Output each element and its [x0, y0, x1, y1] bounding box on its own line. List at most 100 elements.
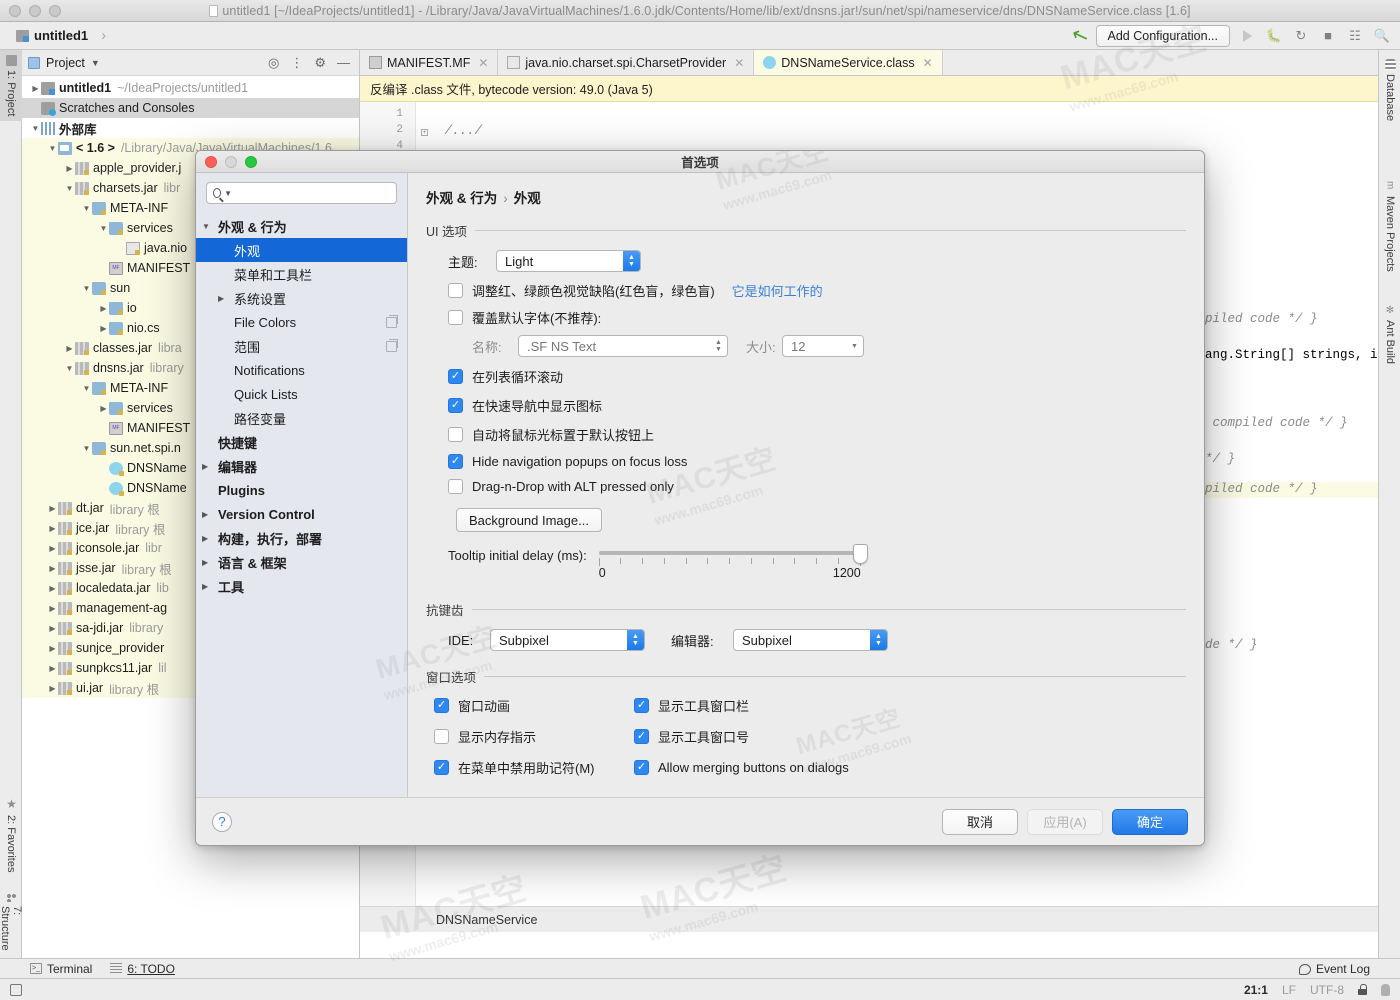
chevron-right-icon[interactable] — [98, 404, 109, 413]
project-tree-row[interactable]: Scratches and Consoles — [22, 98, 359, 118]
settings-tree-item[interactable]: ▶ 语言 & 框架 — [196, 550, 407, 574]
run-icon[interactable] — [1237, 26, 1257, 46]
antialiasing-ide-select[interactable]: Subpixel ▲ ▼ — [490, 629, 645, 651]
chevron-right-icon[interactable] — [47, 624, 58, 633]
bottom-item-todo[interactable]: 6: TODO — [110, 962, 175, 976]
event-log-button[interactable]: Event Log — [1298, 962, 1370, 976]
settings-tree-item[interactable]: 外观 — [196, 238, 407, 262]
sidebar-item-favorites[interactable]: ★ 2: Favorites — [0, 792, 22, 877]
editor-breadcrumb-text[interactable]: DNSNameService — [436, 913, 537, 927]
settings-tree-item[interactable]: Plugins — [196, 478, 407, 502]
sidebar-item-structure[interactable]: 7: Structure — [0, 888, 23, 958]
project-structure-icon[interactable]: ☷ — [1345, 26, 1365, 46]
ui-option-1-checkbox[interactable] — [448, 398, 463, 413]
chevron-right-icon[interactable]: ▶ — [202, 558, 216, 567]
close-icon[interactable]: ✕ — [478, 56, 488, 70]
editor-tab[interactable]: MANIFEST.MF ✕ — [360, 50, 499, 75]
chevron-down-icon[interactable] — [64, 364, 75, 373]
chevron-right-icon[interactable] — [47, 664, 58, 673]
chevron-right-icon[interactable] — [98, 304, 109, 313]
colorblind-checkbox[interactable] — [448, 283, 463, 298]
chevron-right-icon[interactable] — [47, 644, 58, 653]
settings-tree-item[interactable]: File Colors — [196, 310, 407, 334]
chevron-down-icon[interactable] — [81, 204, 92, 213]
background-image-button[interactable]: Background Image... — [456, 508, 602, 532]
chevron-right-icon[interactable]: ▶ — [202, 582, 216, 591]
chevron-right-icon[interactable] — [98, 324, 109, 333]
project-tree-row[interactable]: untitled1 ~/IdeaProjects/untitled1 — [22, 78, 359, 98]
locate-icon[interactable]: ◎ — [268, 55, 279, 71]
caret-position[interactable]: 21:1 — [1244, 983, 1268, 997]
ui-option-4-checkbox[interactable] — [448, 479, 463, 494]
chevron-down-icon[interactable] — [98, 224, 109, 233]
sidebar-item-database[interactable]: Database — [1379, 54, 1400, 126]
chevron-right-icon[interactable] — [47, 544, 58, 553]
chevron-down-icon[interactable]: ▼ — [91, 58, 100, 68]
settings-search-input[interactable] — [235, 186, 390, 200]
slider-knob[interactable] — [852, 544, 868, 564]
antialiasing-editor-select[interactable]: Subpixel ▲ ▼ — [733, 629, 888, 651]
chevron-right-icon[interactable]: ▶ — [202, 534, 216, 543]
chevron-down-icon[interactable] — [81, 384, 92, 393]
debug-icon[interactable]: 🐛 — [1264, 26, 1284, 46]
chevron-right-icon[interactable]: ▶ — [218, 294, 232, 303]
window-option-left-1-checkbox[interactable] — [434, 729, 449, 744]
copy-icon[interactable] — [386, 338, 398, 352]
chevron-down-icon[interactable]: ▼ — [202, 222, 216, 231]
chevron-right-icon[interactable]: ▶ — [202, 510, 216, 519]
cancel-button[interactable]: 取消 — [942, 808, 1018, 835]
chevron-down-icon[interactable]: ▼ — [224, 189, 232, 198]
ui-option-2-checkbox[interactable] — [448, 427, 463, 442]
memory-indicator-icon[interactable] — [10, 983, 22, 996]
settings-search-field[interactable]: ▼ — [206, 182, 397, 204]
settings-tree-item[interactable]: 菜单和工具栏 — [196, 262, 407, 286]
settings-tree-item[interactable]: ▼ 外观 & 行为 — [196, 214, 407, 238]
breadcrumb[interactable]: untitled1 › — [16, 27, 106, 44]
search-everywhere-icon[interactable]: 🔍 — [1372, 26, 1392, 46]
settings-tree-item[interactable]: ▶ Version Control — [196, 502, 407, 526]
bottom-item-terminal[interactable]: >_ Terminal — [30, 962, 92, 976]
close-icon[interactable]: ✕ — [734, 56, 744, 70]
stepper-icon[interactable]: ▲ ▼ — [870, 630, 887, 650]
chevron-right-icon[interactable] — [47, 604, 58, 613]
breadcrumb-project[interactable]: untitled1 — [34, 28, 88, 43]
chevron-right-icon[interactable] — [47, 564, 58, 573]
chevron-down-icon[interactable] — [30, 124, 41, 133]
chevron-right-icon[interactable] — [47, 524, 58, 533]
hide-panel-icon[interactable]: — — [337, 55, 350, 70]
font-name-select[interactable]: .SF NS Text ▲ ▼ — [518, 335, 728, 357]
editor-tab-strip[interactable]: MANIFEST.MF ✕ java.nio.charset.spi.Charset… — [360, 50, 1378, 76]
tooltip-delay-slider[interactable]: 0 1200 — [598, 544, 868, 584]
sidebar-item-ant[interactable]: ✻ Ant Build — [1379, 300, 1400, 369]
lock-icon[interactable] — [1358, 984, 1367, 995]
stepper-icon[interactable]: ▲ ▼ — [710, 336, 727, 356]
chevron-down-icon[interactable] — [47, 144, 58, 153]
inspection-indicator-icon[interactable] — [1381, 983, 1390, 996]
chevron-right-icon[interactable] — [47, 584, 58, 593]
window-option-left-0-checkbox[interactable] — [434, 698, 449, 713]
collapse-all-icon[interactable]: ⋮ — [290, 55, 303, 71]
override-font-checkbox[interactable] — [448, 310, 463, 325]
editor-tab[interactable]: DNSNameService.class ✕ — [754, 50, 943, 75]
help-button[interactable]: ? — [212, 811, 232, 832]
chevron-right-icon[interactable] — [64, 344, 75, 353]
chevron-right-icon[interactable] — [47, 504, 58, 513]
stepper-icon[interactable]: ▲ ▼ — [623, 251, 640, 271]
settings-tree-item[interactable]: 范围 — [196, 334, 407, 358]
stop-icon[interactable]: ■ — [1318, 26, 1338, 46]
colorblind-help-link[interactable]: 它是如何工作的 — [732, 281, 823, 300]
font-size-select[interactable]: 12 ▼ — [782, 335, 864, 357]
apply-button[interactable]: 应用(A) — [1027, 808, 1103, 835]
chevron-down-icon[interactable] — [64, 184, 75, 193]
ui-option-3-checkbox[interactable] — [448, 454, 463, 469]
settings-tree-item[interactable]: ▶ 构建，执行，部署 — [196, 526, 407, 550]
chevron-right-icon[interactable] — [64, 164, 75, 173]
chevron-right-icon[interactable] — [47, 684, 58, 693]
chevron-down-icon[interactable] — [81, 444, 92, 453]
settings-tree-item[interactable]: 快捷键 — [196, 430, 407, 454]
theme-select[interactable]: Light ▲ ▼ — [496, 250, 641, 272]
settings-gear-icon[interactable]: ⚙ — [314, 55, 326, 71]
project-tree-row[interactable]: 外部库 — [22, 118, 359, 138]
stepper-icon[interactable]: ▲ ▼ — [627, 630, 644, 650]
ui-option-0-checkbox[interactable] — [448, 369, 463, 384]
